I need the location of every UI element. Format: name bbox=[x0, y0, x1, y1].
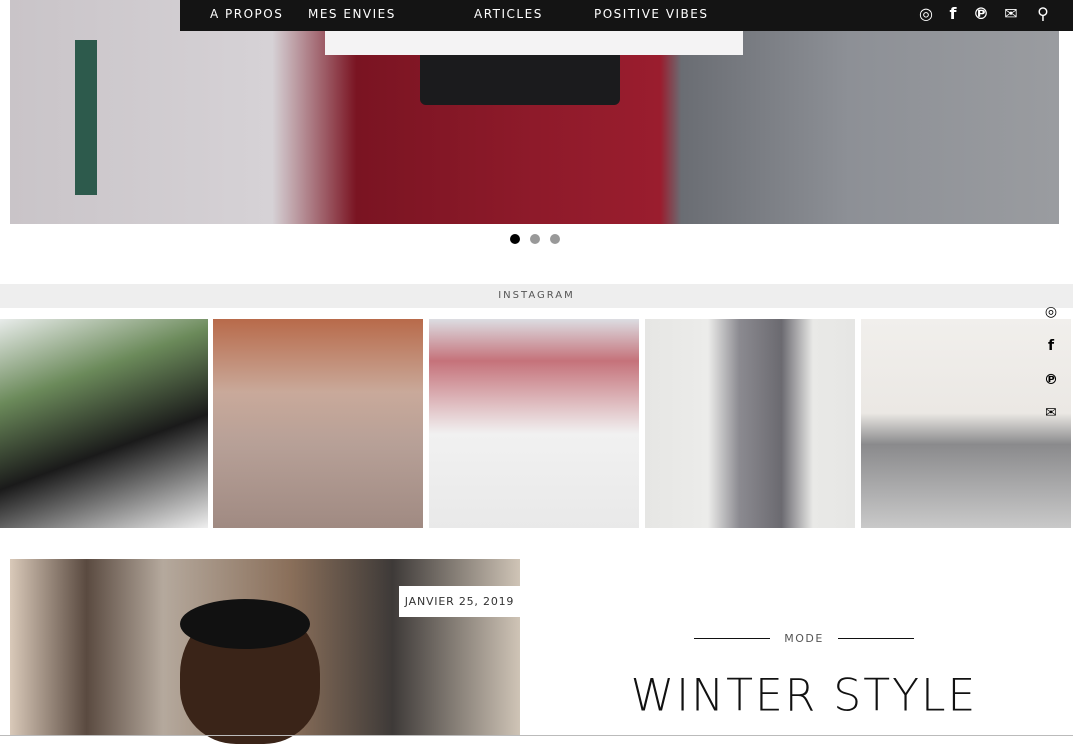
facebook-icon[interactable]: f bbox=[1041, 338, 1061, 354]
instagram-photo-3[interactable] bbox=[429, 319, 639, 528]
instagram-icon[interactable]: ◎ bbox=[1041, 304, 1061, 320]
post-date: JANVIER 25, 2019 bbox=[399, 586, 520, 617]
search-icon[interactable]: ⚲ bbox=[1033, 4, 1053, 23]
instagram-heading: INSTAGRAM bbox=[0, 284, 1073, 308]
instagram-photo-2[interactable] bbox=[213, 319, 423, 528]
email-icon[interactable]: ✉ bbox=[1001, 4, 1021, 23]
top-navigation: A PROPOS MES ENVIES ARTICLES POSITIVE VI… bbox=[180, 0, 1073, 31]
slide-caption-box bbox=[325, 31, 743, 55]
instagram-photo-4[interactable] bbox=[645, 319, 855, 528]
instagram-photo-5[interactable] bbox=[861, 319, 1071, 528]
nav-mes-envies[interactable]: MES ENVIES bbox=[308, 7, 396, 21]
instagram-photo-1[interactable] bbox=[0, 319, 208, 528]
facebook-icon[interactable]: f bbox=[943, 4, 963, 23]
email-icon[interactable]: ✉ bbox=[1041, 405, 1061, 421]
pinterest-icon[interactable]: ℗ bbox=[1041, 372, 1061, 388]
nav-positive-vibes[interactable]: POSITIVE VIBES bbox=[594, 7, 709, 21]
bottom-border bbox=[0, 735, 1073, 736]
slider-dot-3[interactable] bbox=[550, 234, 560, 244]
nav-a-propos[interactable]: A PROPOS bbox=[210, 7, 283, 21]
pinterest-icon[interactable]: ℗ bbox=[971, 4, 991, 23]
category-divider-right bbox=[838, 638, 914, 639]
instagram-icon[interactable]: ◎ bbox=[916, 4, 936, 23]
post-title[interactable]: WINTER STYLE bbox=[560, 669, 1048, 721]
category-divider-left bbox=[694, 638, 770, 639]
slider-dot-1[interactable] bbox=[510, 234, 520, 244]
post-category[interactable]: MODE bbox=[770, 632, 838, 645]
nav-articles[interactable]: ARTICLES bbox=[474, 7, 543, 21]
slider-dot-2[interactable] bbox=[530, 234, 540, 244]
